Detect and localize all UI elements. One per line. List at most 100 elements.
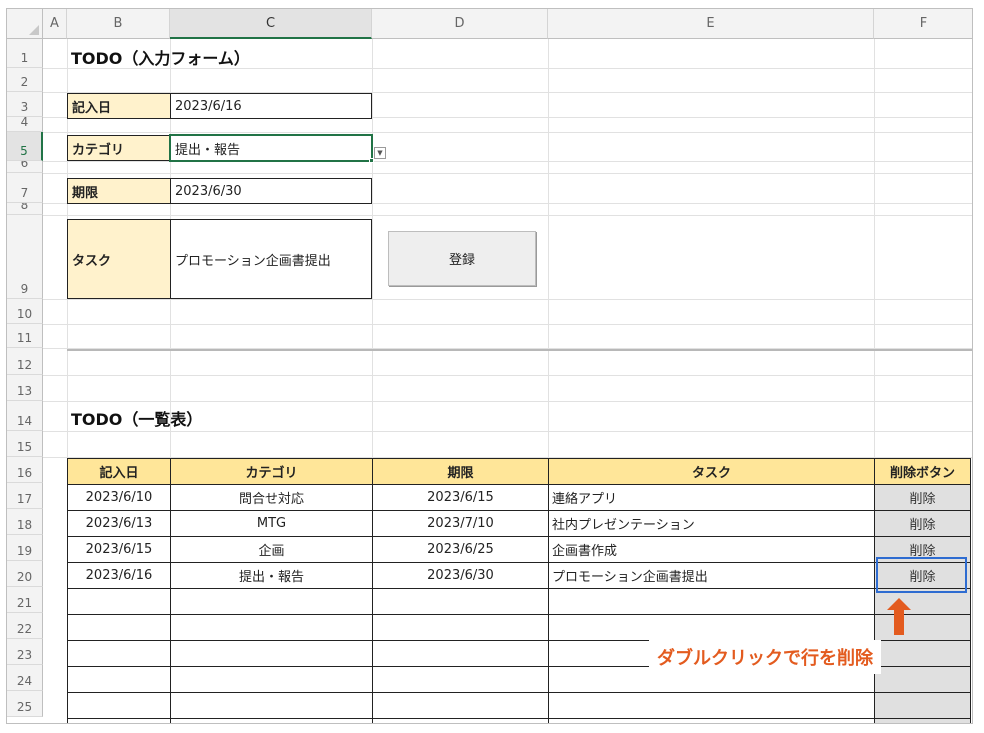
row-header[interactable]: 18 bbox=[7, 509, 43, 535]
cell-date[interactable]: 2023/6/16 bbox=[67, 562, 171, 589]
row-header[interactable]: 1 bbox=[7, 39, 43, 68]
column-header-b[interactable]: B bbox=[67, 9, 170, 39]
row-header[interactable]: 13 bbox=[7, 375, 43, 401]
empty-cell[interactable] bbox=[67, 588, 171, 615]
cell-category[interactable]: MTG bbox=[170, 510, 373, 537]
row-header[interactable]: 4 bbox=[7, 117, 43, 132]
cell-date[interactable]: 2023/6/10 bbox=[67, 484, 171, 511]
empty-delete-cell[interactable] bbox=[874, 666, 971, 693]
empty-cell[interactable] bbox=[372, 588, 549, 615]
category-field[interactable]: 提出・報告 bbox=[169, 134, 373, 162]
cell-category[interactable]: 問合せ対応 bbox=[170, 484, 373, 511]
date-field[interactable]: 2023/6/16 bbox=[170, 93, 372, 119]
row-header[interactable]: 19 bbox=[7, 535, 43, 561]
row-header[interactable]: 23 bbox=[7, 639, 43, 665]
row-header[interactable]: 10 bbox=[7, 299, 43, 324]
cell-deadline[interactable]: 2023/6/15 bbox=[372, 484, 549, 511]
header-deadline: 期限 bbox=[372, 458, 549, 485]
empty-cell[interactable] bbox=[170, 640, 373, 667]
row-header[interactable]: 8 bbox=[7, 203, 43, 215]
cell-task[interactable]: 企画書作成 bbox=[548, 536, 875, 563]
row-header[interactable]: 5 bbox=[7, 132, 43, 161]
row-header[interactable]: 12 bbox=[7, 348, 43, 375]
row-header[interactable]: 15 bbox=[7, 431, 43, 457]
highlight-box bbox=[876, 557, 967, 593]
annotation-callout: ダブルクリックで行を削除 bbox=[649, 640, 881, 674]
date-label: 記入日 bbox=[67, 93, 171, 119]
column-header-e[interactable]: E bbox=[548, 9, 874, 39]
form-title: TODO（入力フォーム） bbox=[71, 49, 250, 68]
row-header[interactable]: 2 bbox=[7, 68, 43, 92]
arrow-shaft bbox=[894, 609, 904, 635]
todo-table: 記入日 カテゴリ 期限 タスク 削除ボタン 2023/6/10 問合せ対応 20… bbox=[67, 458, 971, 723]
row-header[interactable]: 16 bbox=[7, 457, 43, 483]
cell-task[interactable]: 連絡アプリ bbox=[548, 484, 875, 511]
spreadsheet-grid[interactable]: A B C D E F 1 2 3 4 5 6 7 8 9 10 11 12 1… bbox=[6, 8, 973, 724]
select-all-corner[interactable] bbox=[7, 9, 43, 39]
table-row: 2023/6/13 MTG 2023/7/10 社内プレゼンテーション 削除 bbox=[67, 510, 971, 537]
empty-cell[interactable] bbox=[67, 614, 171, 641]
empty-cell[interactable] bbox=[170, 692, 373, 719]
table-row bbox=[67, 692, 971, 719]
empty-cell[interactable] bbox=[548, 718, 875, 723]
empty-cell[interactable] bbox=[67, 718, 171, 723]
empty-cell[interactable] bbox=[548, 614, 875, 641]
cell-deadline[interactable]: 2023/7/10 bbox=[372, 510, 549, 537]
empty-cell[interactable] bbox=[372, 640, 549, 667]
cell-category[interactable]: 提出・報告 bbox=[170, 562, 373, 589]
empty-cell[interactable] bbox=[170, 588, 373, 615]
register-button[interactable]: 登録 bbox=[388, 231, 536, 286]
deadline-field[interactable]: 2023/6/30 bbox=[170, 178, 372, 204]
cell-date[interactable]: 2023/6/13 bbox=[67, 510, 171, 537]
empty-delete-cell[interactable] bbox=[874, 718, 971, 723]
empty-cell[interactable] bbox=[548, 692, 875, 719]
empty-delete-cell[interactable] bbox=[874, 692, 971, 719]
empty-cell[interactable] bbox=[548, 588, 875, 615]
empty-cell[interactable] bbox=[372, 666, 549, 693]
empty-cell[interactable] bbox=[372, 614, 549, 641]
row-header[interactable]: 3 bbox=[7, 92, 43, 117]
empty-cell[interactable] bbox=[67, 692, 171, 719]
row-header[interactable]: 11 bbox=[7, 324, 43, 348]
cell-task[interactable]: 社内プレゼンテーション bbox=[548, 510, 875, 537]
empty-cell[interactable] bbox=[170, 718, 373, 723]
delete-button[interactable]: 削除 bbox=[874, 484, 971, 511]
header-task: タスク bbox=[548, 458, 875, 485]
task-field[interactable]: プロモーション企画書提出 bbox=[170, 219, 372, 299]
row-header[interactable]: 7 bbox=[7, 173, 43, 203]
empty-cell[interactable] bbox=[170, 614, 373, 641]
section-divider bbox=[67, 349, 972, 351]
cell-date[interactable]: 2023/6/15 bbox=[67, 536, 171, 563]
column-header-c[interactable]: C bbox=[170, 9, 372, 39]
empty-cell[interactable] bbox=[372, 692, 549, 719]
table-row bbox=[67, 718, 971, 723]
table-header-row: 記入日 カテゴリ 期限 タスク 削除ボタン bbox=[67, 458, 971, 485]
empty-cell[interactable] bbox=[67, 640, 171, 667]
empty-cell[interactable] bbox=[67, 666, 171, 693]
dropdown-arrow-icon[interactable]: ▼ bbox=[374, 147, 386, 159]
column-header-a[interactable]: A bbox=[43, 9, 67, 39]
row-header[interactable]: 20 bbox=[7, 561, 43, 587]
category-label: カテゴリ bbox=[67, 135, 171, 161]
empty-delete-cell[interactable] bbox=[874, 614, 971, 641]
deadline-label: 期限 bbox=[67, 178, 171, 204]
empty-cell[interactable] bbox=[170, 666, 373, 693]
cell-deadline[interactable]: 2023/6/25 bbox=[372, 536, 549, 563]
column-header-f[interactable]: F bbox=[874, 9, 972, 39]
row-header[interactable]: 9 bbox=[7, 215, 43, 299]
header-category: カテゴリ bbox=[170, 458, 373, 485]
cell-category[interactable]: 企画 bbox=[170, 536, 373, 563]
column-header-d[interactable]: D bbox=[372, 9, 548, 39]
cell-deadline[interactable]: 2023/6/30 bbox=[372, 562, 549, 589]
empty-cell[interactable] bbox=[372, 718, 549, 723]
row-header[interactable]: 25 bbox=[7, 691, 43, 717]
row-header[interactable]: 6 bbox=[7, 161, 43, 173]
delete-button[interactable]: 削除 bbox=[874, 510, 971, 537]
row-header[interactable]: 17 bbox=[7, 483, 43, 509]
empty-delete-cell[interactable] bbox=[874, 640, 971, 667]
cell-task[interactable]: プロモーション企画書提出 bbox=[548, 562, 875, 589]
row-header[interactable]: 24 bbox=[7, 665, 43, 691]
row-header[interactable]: 21 bbox=[7, 587, 43, 613]
row-header[interactable]: 14 bbox=[7, 401, 43, 431]
row-header[interactable]: 22 bbox=[7, 613, 43, 639]
